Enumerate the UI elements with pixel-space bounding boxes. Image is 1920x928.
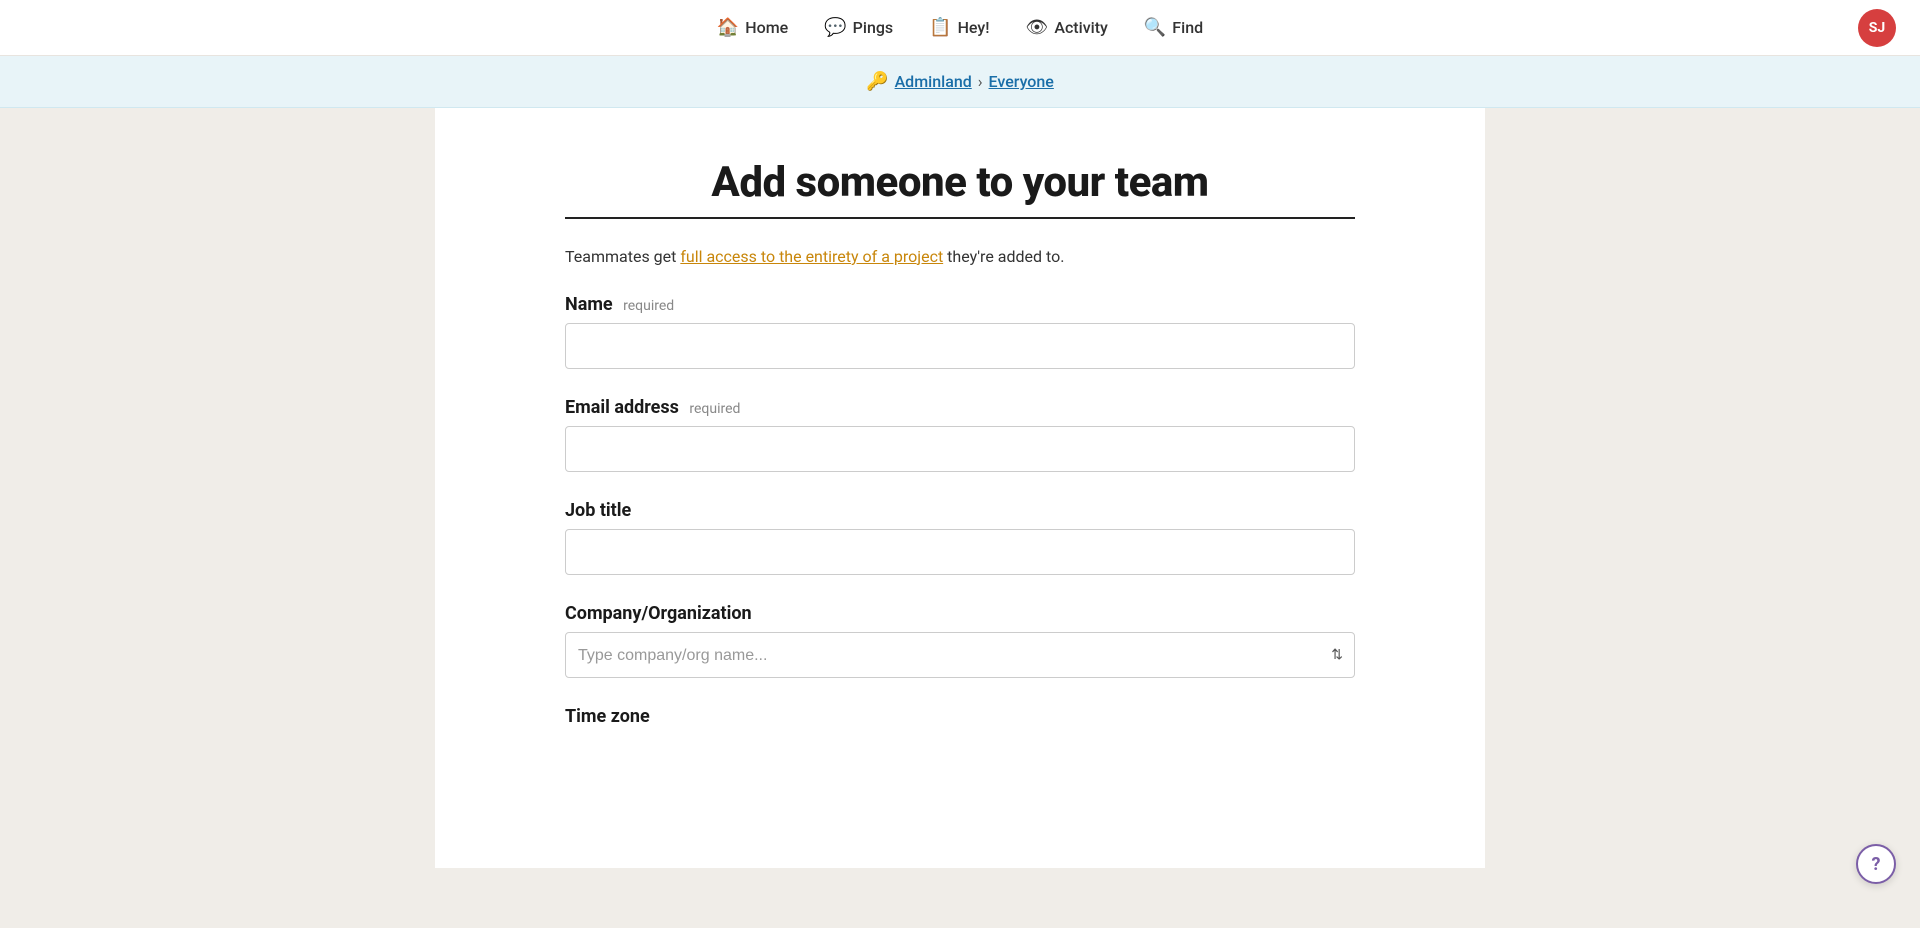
email-required: required [689,401,740,417]
nav-home[interactable]: 🏠 Home [717,17,788,38]
nav-activity[interactable]: 👁 Activity [1025,17,1107,38]
timezone-field-group: Time zone [565,706,1355,727]
form-container: Add someone to your team Teammates get f… [435,108,1485,868]
nav-items: 🏠 Home 💬 Pings 📋 Hey! 👁 Activity 🔍 Find [717,17,1203,38]
email-field-group: Email address required [565,397,1355,472]
job-title-label: Job title [565,500,1355,521]
find-icon: 🔍 [1144,17,1166,38]
job-title-field-group: Job title [565,500,1355,575]
nav-pings[interactable]: 💬 Pings [824,17,893,38]
name-input[interactable] [565,323,1355,369]
main-content: Add someone to your team Teammates get f… [0,108,1920,928]
company-select[interactable]: Type company/org name... [565,632,1355,678]
pings-icon: 💬 [824,17,846,38]
form-title: Add someone to your team [565,158,1355,207]
email-input[interactable] [565,426,1355,472]
company-field-group: Company/Organization Type company/org na… [565,603,1355,678]
help-button[interactable]: ? [1856,844,1896,884]
breadcrumb-separator: › [978,72,983,91]
name-required: required [623,298,674,314]
user-avatar[interactable]: SJ [1858,9,1896,47]
nav-find-label: Find [1172,18,1203,37]
nav-home-label: Home [745,18,788,37]
breadcrumb-adminland-link[interactable]: Adminland [895,72,972,91]
form-divider [565,217,1355,219]
company-label: Company/Organization [565,603,1355,624]
breadcrumb: 🔑 Adminland › Everyone [866,71,1054,92]
company-select-wrapper: Type company/org name... ⇅ [565,632,1355,678]
name-field-group: Name required [565,294,1355,369]
name-label: Name required [565,294,1355,315]
nav-hey[interactable]: 📋 Hey! [929,17,989,38]
top-nav: 🏠 Home 💬 Pings 📋 Hey! 👁 Activity 🔍 Find … [0,0,1920,56]
email-label: Email address required [565,397,1355,418]
job-title-input[interactable] [565,529,1355,575]
breadcrumb-emoji: 🔑 [866,71,888,92]
nav-activity-label: Activity [1054,18,1108,37]
activity-icon: 👁 [1025,17,1048,38]
breadcrumb-everyone-link[interactable]: Everyone [989,72,1054,91]
nav-pings-label: Pings [853,18,894,37]
nav-hey-label: Hey! [958,18,990,37]
description-link[interactable]: full access to the entirety of a project [680,247,943,266]
form-description: Teammates get full access to the entiret… [565,247,1355,266]
description-suffix: they're added to. [943,247,1064,266]
timezone-label: Time zone [565,706,1355,727]
home-icon: 🏠 [717,17,739,38]
hey-icon: 📋 [929,17,951,38]
nav-find[interactable]: 🔍 Find [1144,17,1203,38]
description-prefix: Teammates get [565,247,680,266]
breadcrumb-bar: 🔑 Adminland › Everyone [0,56,1920,108]
